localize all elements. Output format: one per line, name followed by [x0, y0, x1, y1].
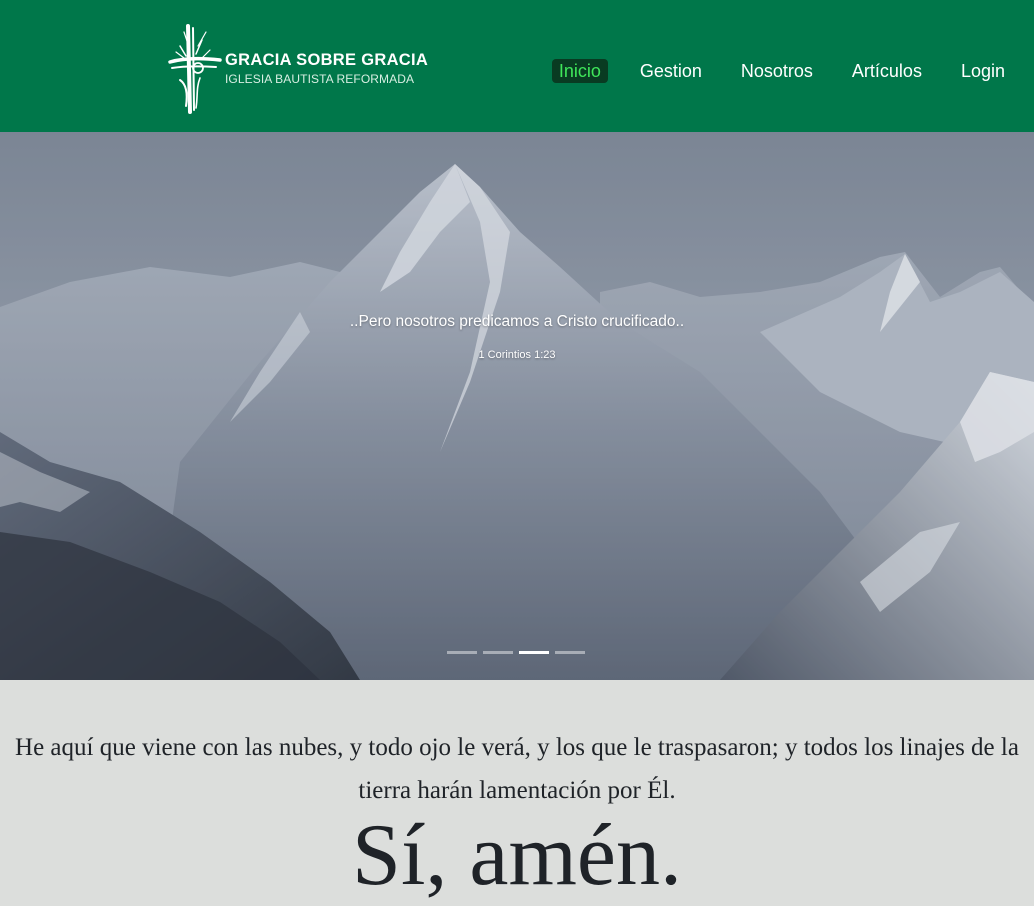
verse-text: He aquí que viene con las nubes, y todo …: [15, 734, 1019, 804]
carousel-indicators: [447, 651, 591, 654]
brand-title: GRACIA SOBRE GRACIA: [225, 51, 429, 69]
brand-logo-link[interactable]: GRACIA SOBRE GRACIA IGLESIA BAUTISTA REF…: [166, 22, 428, 114]
carousel-indicator-4[interactable]: [555, 651, 585, 654]
nav-item-login[interactable]: Login: [954, 59, 1012, 83]
carousel-indicator-2[interactable]: [483, 651, 513, 654]
nav-item-nosotros[interactable]: Nosotros: [734, 59, 820, 83]
nav-item-inicio[interactable]: Inicio: [551, 59, 608, 83]
brand-subtitle: IGLESIA BAUTISTA REFORMADA: [225, 72, 415, 86]
main-nav: Inicio Gestion Nosotros Artículos Login: [551, 58, 1012, 84]
amen-heading: Sí, amén.: [352, 807, 682, 904]
carousel-indicator-1[interactable]: [447, 651, 477, 654]
nav-item-articulos[interactable]: Artículos: [845, 59, 929, 83]
hero-carousel[interactable]: ..Pero nosotros predicamos a Cristo cruc…: [0, 132, 1034, 680]
cross-logo-icon: [168, 24, 222, 114]
nav-item-gestion[interactable]: Gestion: [633, 59, 709, 83]
mountain-background-image: [0, 132, 1034, 680]
hero-quote: ..Pero nosotros predicamos a Cristo cruc…: [349, 313, 685, 330]
carousel-indicator-3[interactable]: [519, 651, 549, 654]
navbar: GRACIA SOBRE GRACIA IGLESIA BAUTISTA REF…: [0, 0, 1034, 132]
hero-reference: 1 Corintios 1:23: [478, 349, 556, 361]
